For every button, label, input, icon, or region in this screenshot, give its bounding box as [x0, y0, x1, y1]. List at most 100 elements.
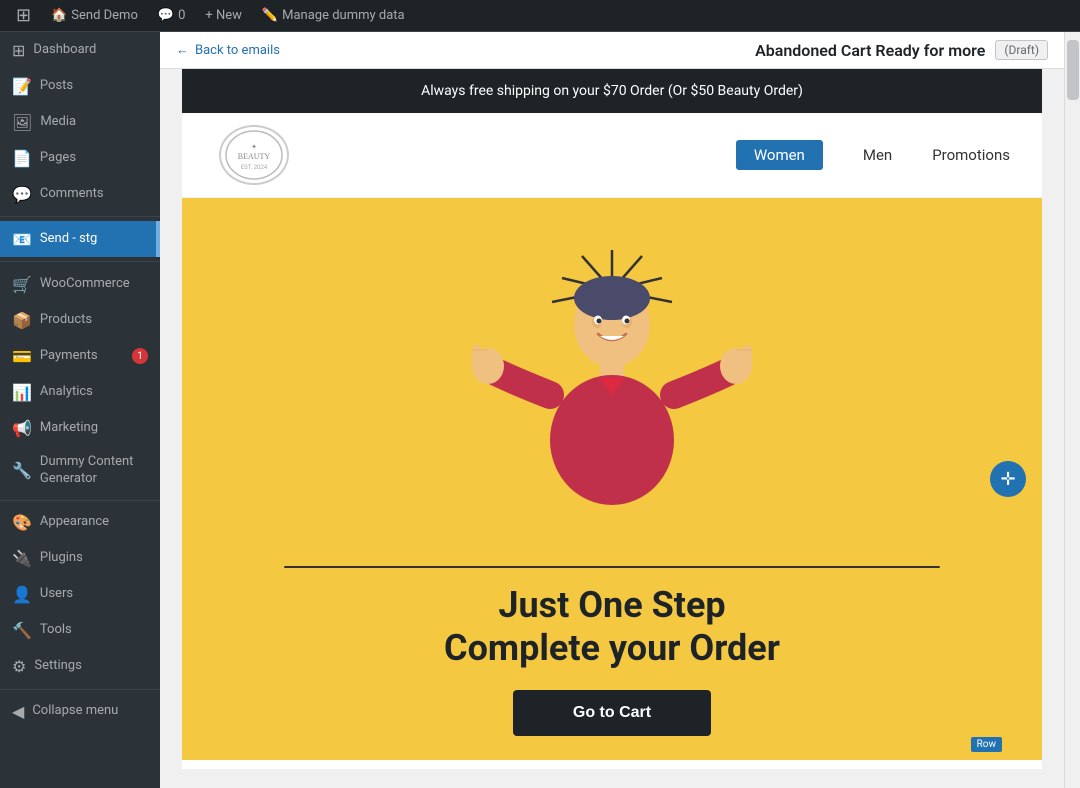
back-to-emails-link[interactable]: ← Back to emails	[176, 42, 280, 58]
new-content-button[interactable]: + New	[197, 0, 250, 32]
sidebar-item-label: Analytics	[40, 384, 93, 401]
settings-icon: ⚙	[12, 657, 26, 676]
svg-text:EST. 2024: EST. 2024	[241, 164, 268, 171]
email-canvas: Always free shipping on your $70 Order (…	[182, 69, 1042, 769]
pages-icon: 📄	[12, 149, 32, 168]
sidebar-divider	[0, 689, 160, 690]
sidebar-item-label: Marketing	[40, 420, 98, 437]
manage-dummy-button[interactable]: ✏️ Manage dummy data	[254, 0, 413, 32]
site-icon: 🏠	[51, 8, 67, 23]
nav-link-promotions[interactable]: Promotions	[932, 146, 1010, 164]
email-preview-container[interactable]: Always free shipping on your $70 Order (…	[160, 69, 1064, 788]
logo-svg: ✦ BEAUTY EST. 2024	[224, 129, 284, 181]
move-icon: ✛	[1000, 469, 1015, 490]
comments-nav-icon: 💬	[12, 185, 32, 204]
edit-icon: ✏️	[262, 8, 278, 23]
draft-badge: (Draft)	[995, 40, 1048, 60]
back-label: Back to emails	[195, 43, 280, 58]
sidebar-item-appearance[interactable]: 🎨 Appearance	[0, 505, 160, 541]
move-handle[interactable]: ✛	[990, 461, 1026, 497]
woocommerce-icon: 🛒	[12, 275, 32, 294]
email-hero: Just One Step Complete your Order Go to …	[182, 198, 1042, 760]
sidebar-item-label: Plugins	[40, 550, 83, 567]
marketing-icon: 📢	[12, 419, 32, 438]
email-nav: ✦ BEAUTY EST. 2024 Women Men Promotions	[182, 113, 1042, 198]
site-name-label: Send Demo	[71, 8, 138, 23]
content-area: ← Back to emails Abandoned Cart Ready fo…	[160, 32, 1064, 788]
analytics-icon: 📊	[12, 383, 32, 402]
banner-text: Always free shipping on your $70 Order (…	[421, 83, 803, 99]
wp-logo-button[interactable]: ⊞	[8, 0, 39, 32]
sidebar-item-send-stg[interactable]: 📧 Send - stg	[0, 221, 160, 257]
page-title: Abandoned Cart Ready for more	[755, 41, 985, 60]
svg-text:BEAUTY: BEAUTY	[238, 152, 271, 161]
sidebar-divider	[0, 500, 160, 501]
media-icon: 🖼	[12, 113, 32, 132]
collapse-icon: ◀	[12, 702, 24, 721]
comments-count: 0	[178, 8, 185, 23]
users-icon: 👤	[12, 585, 32, 604]
sidebar-item-label: Tools	[40, 622, 72, 639]
sidebar-item-label: Appearance	[40, 514, 109, 531]
sidebar-item-tools[interactable]: 🔨 Tools	[0, 613, 160, 649]
sidebar-item-label: Dashboard	[33, 42, 96, 59]
sidebar-item-plugins[interactable]: 🔌 Plugins	[0, 541, 160, 577]
sidebar-item-label: Payments	[40, 348, 98, 365]
collapse-menu-button[interactable]: ◀ Collapse menu	[0, 694, 160, 730]
nav-link-women[interactable]: Women	[736, 140, 823, 170]
sidebar-item-dashboard[interactable]: ⊞ Dashboard	[0, 32, 160, 68]
comments-icon: 💬	[158, 8, 174, 23]
scrollbar-thumb[interactable]	[1067, 40, 1079, 100]
sidebar-divider	[0, 216, 160, 217]
payments-icon: 💳	[12, 347, 32, 366]
sidebar-item-users[interactable]: 👤 Users	[0, 577, 160, 613]
sidebar-item-payments[interactable]: 💳 Payments 1	[0, 338, 160, 374]
sidebar-item-pages[interactable]: 📄 Pages	[0, 140, 160, 176]
sidebar-divider	[0, 261, 160, 262]
sidebar-item-posts[interactable]: 📝 Posts	[0, 68, 160, 104]
sidebar: ⊞ Dashboard 📝 Posts 🖼 Media 📄 Pages 💬 Co…	[0, 32, 160, 788]
sidebar-item-label: Dummy Content Generator	[40, 454, 148, 488]
sidebar-item-label: Media	[40, 114, 76, 131]
new-content-label: + New	[205, 8, 242, 23]
sidebar-item-label: Posts	[40, 78, 73, 95]
go-to-cart-button[interactable]: Go to Cart	[513, 690, 711, 736]
sidebar-item-label: Send - stg	[40, 231, 97, 248]
plugins-icon: 🔌	[12, 549, 32, 568]
sidebar-item-analytics[interactable]: 📊 Analytics	[0, 374, 160, 410]
sidebar-item-label: Users	[40, 586, 73, 603]
admin-bar: ⊞ 🏠 Send Demo 💬 0 + New ✏️ Manage dummy …	[0, 0, 1080, 32]
nav-link-men[interactable]: Men	[863, 146, 892, 164]
sidebar-item-comments[interactable]: 💬 Comments	[0, 176, 160, 212]
products-icon: 📦	[12, 311, 32, 330]
sidebar-item-marketing[interactable]: 📢 Marketing	[0, 410, 160, 446]
site-name-button[interactable]: 🏠 Send Demo	[43, 0, 146, 32]
email-nav-links: Women Men Promotions	[736, 140, 1010, 170]
collapse-label: Collapse menu	[32, 703, 118, 720]
tools-icon: 🔨	[12, 621, 32, 640]
sidebar-item-woocommerce[interactable]: 🛒 WooCommerce	[0, 266, 160, 302]
sidebar-item-products[interactable]: 📦 Products	[0, 302, 160, 338]
sidebar-item-settings[interactable]: ⚙ Settings	[0, 649, 160, 685]
svg-text:✦: ✦	[251, 143, 257, 151]
right-scrollbar[interactable]	[1064, 32, 1080, 788]
email-banner: Always free shipping on your $70 Order (…	[182, 69, 1042, 113]
appearance-icon: 🎨	[12, 513, 32, 532]
hero-headline: Just One Step Complete your Order	[444, 584, 780, 670]
email-logo: ✦ BEAUTY EST. 2024	[214, 125, 294, 185]
comments-button[interactable]: 💬 0	[150, 0, 194, 32]
sidebar-item-media[interactable]: 🖼 Media	[0, 104, 160, 140]
dashboard-icon: ⊞	[12, 41, 25, 60]
posts-icon: 📝	[12, 77, 32, 96]
send-icon: 📧	[12, 230, 32, 249]
sidebar-item-dummy-content[interactable]: 🔧 Dummy Content Generator	[0, 446, 160, 496]
sidebar-item-label: Products	[40, 312, 92, 329]
sidebar-item-label: WooCommerce	[40, 276, 130, 293]
sidebar-item-label: Settings	[34, 658, 81, 675]
manage-dummy-label: Manage dummy data	[282, 8, 405, 23]
sidebar-item-label: Comments	[40, 186, 104, 203]
wp-logo-icon: ⊞	[16, 5, 31, 26]
payments-badge: 1	[132, 348, 148, 364]
hero-divider	[284, 566, 940, 568]
logo-circle: ✦ BEAUTY EST. 2024	[219, 125, 289, 185]
